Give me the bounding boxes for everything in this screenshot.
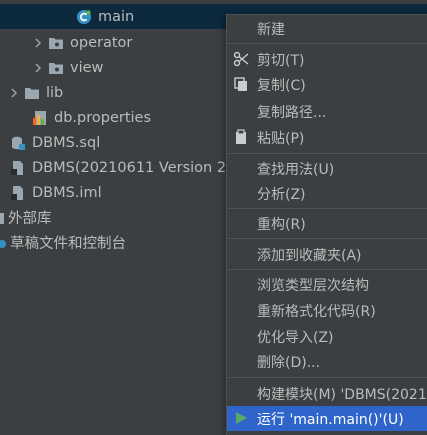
menu-item-label: 构建模块(M) 'DBMS(2021 [257,387,427,403]
tree-item-label: DBMS.sql [32,134,101,151]
menu-item-run-main[interactable]: 运行 'main.main()'(U) [227,406,427,431]
menu-item-label: 复制路径... [257,105,327,121]
menu-item-label: 重新格式化代码(R) [257,304,376,320]
package-folder-icon [48,35,64,51]
tree-item-label: lib [46,84,64,101]
menu-separator [227,269,427,270]
tree-item-label: operator [70,34,133,51]
menu-item-label: 新建 [257,22,285,38]
menu-item-copy-path[interactable]: 复制路径... [227,99,427,124]
copy-icon [233,76,249,92]
tree-item-label: db.properties [54,109,152,126]
menu-item-label: 分析(Z) [257,187,306,203]
menu-separator [227,208,427,209]
tree-item-label: DBMS(20210611 Version 2) [32,159,232,176]
scratches-icon [0,235,8,251]
menu-separator [227,43,427,44]
menu-item-optimize-imports[interactable]: 优化导入(Z) [227,324,427,349]
menu-item-type-hierarchy[interactable]: 浏览类型层次结构 [227,272,427,297]
tree-item-label: DBMS.iml [32,184,102,201]
menu-separator [227,238,427,239]
menu-item-label: 运行 'main.main()'(U) [257,412,404,428]
tree-item-label: view [70,59,104,76]
menu-item-label: 删除(D)... [257,355,321,371]
context-menu: 新建 剪切(T) 复制(C) 复制路径... 粘贴(P) 查找用法(U) 分析(… [226,14,427,435]
menu-item-label: 重构(R) [257,217,306,233]
scissors-icon [233,51,249,67]
menu-item-add-to-favorites[interactable]: 添加到收藏夹(A) [227,242,427,267]
folder-icon [24,85,40,101]
menu-separator [227,153,427,154]
module-file-icon [10,185,26,201]
menu-item-label: 复制(C) [257,78,306,94]
menu-item-build-module[interactable]: 构建模块(M) 'DBMS(2021 [227,381,427,406]
menu-item-new[interactable]: 新建 [227,16,427,41]
menu-item-label: 浏览类型层次结构 [257,278,369,294]
menu-item-reformat-code[interactable]: 重新格式化代码(R) [227,298,427,323]
library-icon [0,210,6,226]
sql-file-icon [10,135,26,151]
ide-window: main operator view lib db.properties DBM… [0,0,427,435]
menu-item-label: 剪切(T) [257,53,305,69]
chevron-right-icon[interactable] [8,80,20,105]
menu-item-delete[interactable]: 删除(D)... [227,349,427,374]
package-folder-icon [48,60,64,76]
tree-item-label: main [98,8,135,25]
menu-item-analyze[interactable]: 分析(Z) [227,181,427,206]
tree-item-label: 外部库 [8,211,52,227]
menu-separator [227,377,427,378]
menu-item-label: 添加到收藏夹(A) [257,248,362,264]
properties-file-icon [32,110,48,126]
file-icon [10,160,26,176]
menu-item-find-usages[interactable]: 查找用法(U) [227,156,427,181]
chevron-right-icon[interactable] [32,55,44,80]
chevron-right-icon[interactable] [32,30,44,55]
menu-item-refactor[interactable]: 重构(R) [227,211,427,236]
menu-item-label: 优化导入(Z) [257,330,334,346]
clipboard-icon [233,129,249,145]
menu-item-copy[interactable]: 复制(C) [227,72,427,97]
run-icon [233,410,249,426]
menu-item-cut[interactable]: 剪切(T) [227,47,427,72]
menu-item-paste[interactable]: 粘贴(P) [227,125,427,150]
menu-item-label: 粘贴(P) [257,131,305,147]
menu-item-label: 查找用法(U) [257,162,335,178]
class-icon [76,9,92,25]
tree-item-label: 草稿文件和控制台 [10,236,126,252]
